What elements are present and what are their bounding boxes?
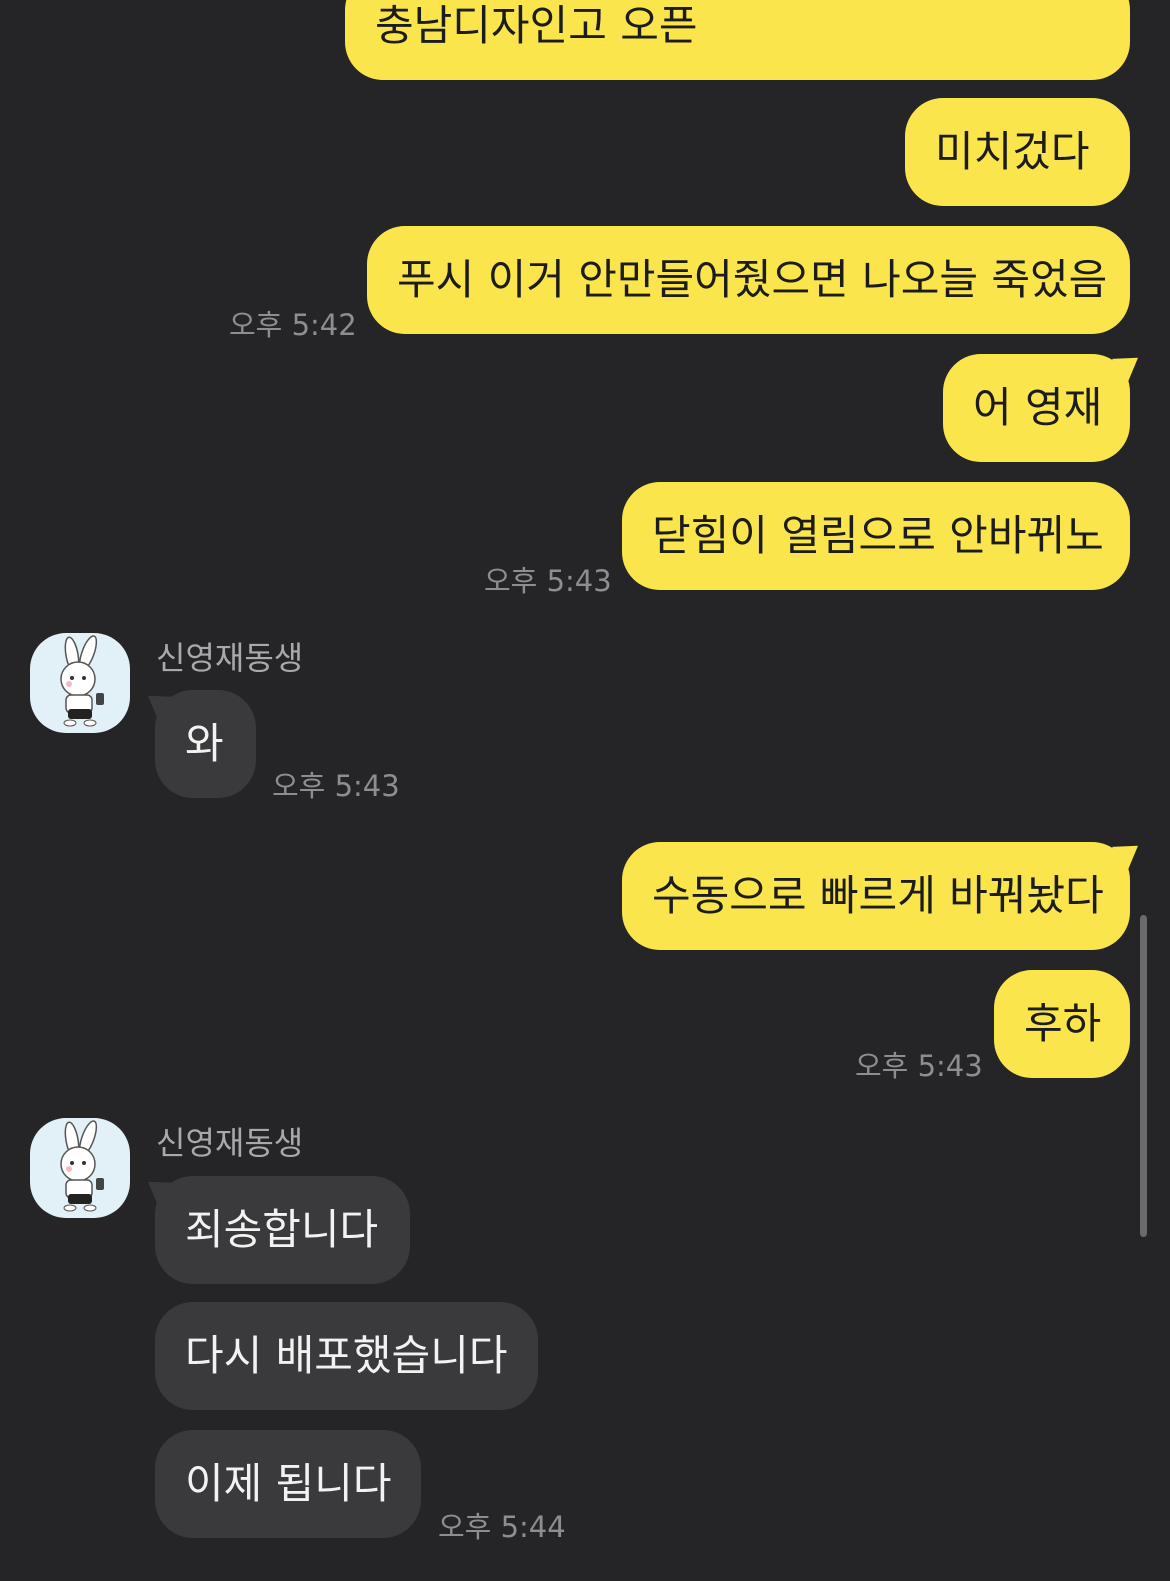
scrollbar[interactable] bbox=[1140, 915, 1147, 1237]
message-timestamp: 오후 5:43 bbox=[855, 1049, 983, 1083]
incoming-message[interactable]: 죄송합니다 bbox=[155, 1176, 410, 1284]
outgoing-message[interactable]: 닫힘이 열림으로 안바뀌노 bbox=[622, 482, 1130, 590]
sender-name: 신영재동생 bbox=[156, 639, 304, 677]
outgoing-message[interactable]: 어 영재 bbox=[943, 354, 1130, 462]
outgoing-message[interactable]: 충남디자인고 오픈 bbox=[345, 0, 1130, 80]
message-timestamp: 오후 5:43 bbox=[484, 564, 612, 598]
rabbit-avatar-icon bbox=[60, 1120, 104, 1212]
rabbit-avatar-icon bbox=[60, 635, 104, 727]
outgoing-message[interactable]: 푸시 이거 안만들어줬으면 나오늘 죽었음 bbox=[367, 226, 1130, 334]
message-timestamp: 오후 5:43 bbox=[272, 769, 400, 803]
message-timestamp: 오후 5:42 bbox=[229, 308, 357, 342]
incoming-message[interactable]: 와 bbox=[155, 690, 256, 798]
message-timestamp: 오후 5:44 bbox=[438, 1510, 566, 1544]
outgoing-message[interactable]: 미치겄다 bbox=[905, 98, 1130, 206]
outgoing-message[interactable]: 수동으로 빠르게 바꿔놨다 bbox=[622, 842, 1130, 950]
incoming-message[interactable]: 이제 됩니다 bbox=[155, 1430, 421, 1538]
sender-name: 신영재동생 bbox=[156, 1124, 304, 1162]
outgoing-message[interactable]: 후하 bbox=[994, 970, 1130, 1078]
incoming-message[interactable]: 다시 배포했습니다 bbox=[155, 1302, 538, 1410]
contact-avatar[interactable] bbox=[30, 1118, 130, 1218]
contact-avatar[interactable] bbox=[30, 633, 130, 733]
